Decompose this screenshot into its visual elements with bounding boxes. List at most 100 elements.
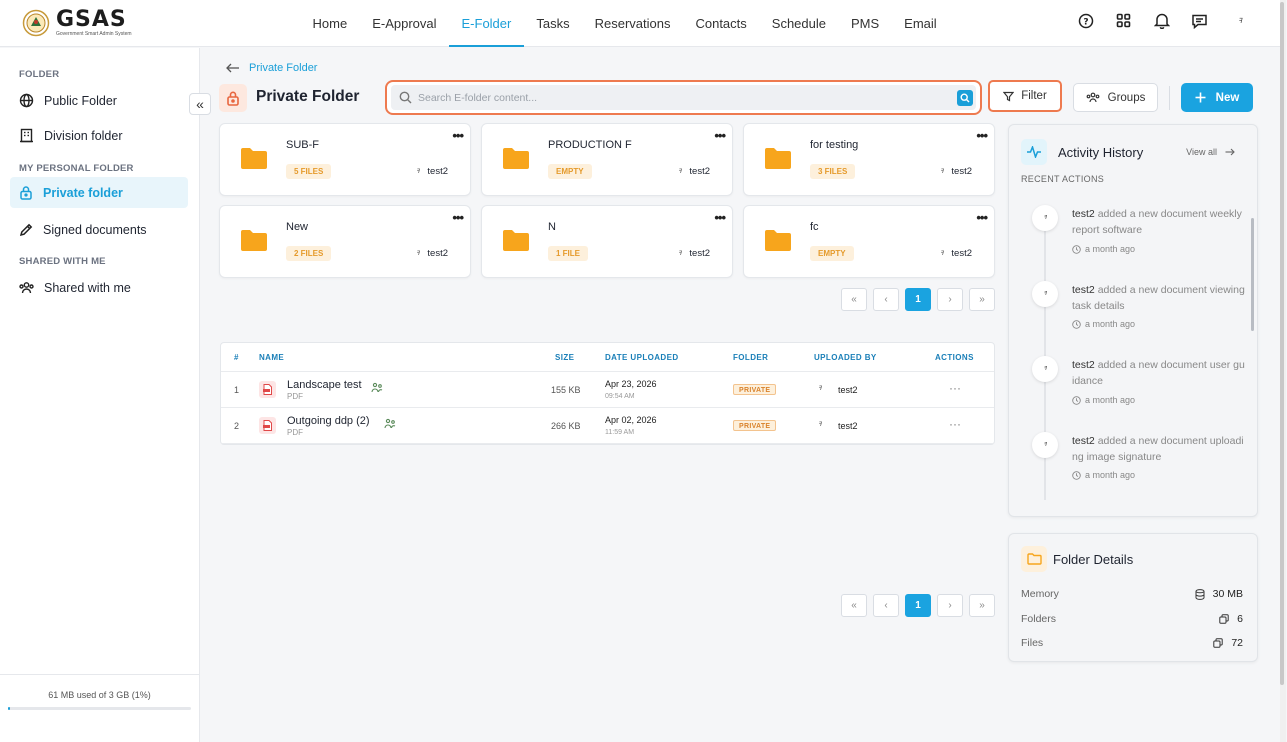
folder-card[interactable]: PRODUCTION F EMPTY ꟻ test2 ••• [481, 123, 733, 196]
more-options-icon[interactable]: ••• [714, 128, 726, 143]
row-actions-icon[interactable]: ··· [949, 381, 961, 395]
user-avatar[interactable]: ꟻ [1228, 17, 1252, 25]
sidebar-item-public-folder[interactable]: Public Folder [10, 85, 188, 116]
upload-time: 09:54 AM [605, 393, 635, 400]
brand-logo[interactable]: GSAS Government Smart Admin System [22, 9, 132, 37]
sidebar-item-label: Signed documents [43, 222, 147, 237]
apps-grid-icon[interactable] [1114, 11, 1133, 30]
sidebar-item-division-folder[interactable]: Division folder [10, 120, 188, 151]
folder-card[interactable]: New 2 FILES ꟻ test2 ••• [219, 205, 471, 278]
search-bar [385, 80, 982, 115]
top-navbar: GSAS Government Smart Admin System Home … [0, 0, 1280, 47]
new-label: New [1215, 91, 1240, 104]
search-input[interactable] [412, 85, 957, 110]
col-actions: ACTIONS [935, 353, 974, 362]
activity-time-label: a month ago [1085, 470, 1136, 480]
nav-tasks[interactable]: Tasks [524, 0, 582, 47]
activity-user-avatar: ꟻ [1032, 356, 1058, 382]
files-table: # NAME SIZE DATE UPLOADED FOLDER UPLOADE… [220, 342, 995, 445]
folder-card[interactable]: N 1 FILE ꟻ test2 ••• [481, 205, 733, 278]
col-uploaded-by[interactable]: UPLOADED BY [814, 353, 877, 362]
folder-name: PRODUCTION F [548, 139, 632, 151]
view-all-link[interactable]: View all [1186, 147, 1235, 157]
row-actions-icon[interactable]: ··· [949, 417, 961, 431]
upload-date: Apr 02, 2026 [605, 415, 657, 425]
folders-label: Folders [1021, 613, 1057, 625]
folder-name: for testing [810, 139, 859, 151]
folder-card[interactable]: for testing 3 FILES ꟻ test2 ••• [743, 123, 995, 196]
shared-users-icon [384, 418, 396, 429]
row-number: 2 [234, 421, 240, 431]
page-scrollbar[interactable] [1280, 0, 1286, 742]
col-folder[interactable]: FOLDER [733, 353, 768, 362]
collapse-sidebar-button[interactable]: « [189, 93, 211, 115]
upload-date: Apr 23, 2026 [605, 379, 657, 389]
last-page-button[interactable]: » [969, 288, 995, 311]
breadcrumb[interactable]: Private Folder [226, 62, 317, 74]
nav-e-folder[interactable]: E-Folder [449, 0, 524, 47]
activity-history-panel: Activity History View all RECENT ACTIONS… [1008, 124, 1258, 517]
nav-contacts[interactable]: Contacts [683, 0, 759, 47]
toolbar-divider [1169, 86, 1170, 110]
more-options-icon[interactable]: ••• [452, 210, 464, 225]
upload-time: 11:59 AM [605, 429, 635, 436]
nav-email[interactable]: Email [892, 0, 950, 47]
last-page-button[interactable]: » [969, 594, 995, 617]
search-submit-button[interactable] [957, 89, 973, 106]
next-page-button[interactable]: › [937, 594, 963, 617]
owner-name: test2 [427, 248, 448, 259]
file-name[interactable]: Outgoing ddp (2) [287, 415, 370, 427]
folder-owner: ꟻ test2 [678, 166, 710, 177]
more-options-icon[interactable]: ••• [714, 210, 726, 225]
first-page-button[interactable]: « [841, 288, 867, 311]
activity-time: a month ago [1072, 244, 1135, 254]
files-value: 72 [1231, 637, 1243, 649]
nav-home[interactable]: Home [300, 0, 360, 47]
first-page-button[interactable]: « [841, 594, 867, 617]
page-scrollbar-thumb[interactable] [1280, 2, 1284, 685]
activity-user: test2 [1072, 359, 1095, 371]
more-options-icon[interactable]: ••• [976, 210, 988, 225]
sidebar-item-shared-with-me[interactable]: Shared with me [10, 272, 188, 303]
table-row[interactable]: 2 Outgoing ddp (2) PDF 266 KB Apr 02, 20… [221, 408, 994, 444]
prev-page-button[interactable]: ‹ [873, 288, 899, 311]
file-name[interactable]: Landscape test [287, 379, 362, 391]
col-date-uploaded[interactable]: DATE UPLOADED [605, 353, 679, 362]
more-options-icon[interactable]: ••• [976, 128, 988, 143]
next-page-button[interactable]: › [937, 288, 963, 311]
filter-button[interactable]: Filter [988, 80, 1062, 112]
folder-card[interactable]: fc EMPTY ꟻ test2 ••• [743, 205, 995, 278]
globe-icon [19, 93, 34, 108]
message-icon[interactable] [1190, 11, 1209, 30]
users-icon [19, 281, 34, 293]
nav-pms[interactable]: PMS [839, 0, 892, 47]
table-row[interactable]: 1 Landscape test PDF 155 KB Apr 23, 2026… [221, 372, 994, 408]
groups-button[interactable]: Groups [1073, 83, 1158, 112]
filter-label: Filter [1021, 90, 1047, 102]
activity-scrollbar[interactable] [1251, 218, 1254, 331]
page-1-button[interactable]: 1 [905, 288, 931, 311]
activity-user-avatar: ꟻ [1032, 205, 1058, 231]
nav-e-approval[interactable]: E-Approval [360, 0, 449, 47]
double-chevron-right-icon: » [979, 600, 985, 611]
building-icon [20, 128, 33, 143]
folder-owner: ꟻ test2 [416, 248, 448, 259]
nav-reservations[interactable]: Reservations [582, 0, 683, 47]
row-number: 1 [234, 385, 240, 395]
page-1-button[interactable]: 1 [905, 594, 931, 617]
help-icon[interactable]: ? [1076, 11, 1095, 30]
bell-icon[interactable] [1152, 11, 1171, 30]
nav-schedule[interactable]: Schedule [759, 0, 838, 47]
folder-count-badge: 1 FILE [548, 246, 589, 261]
new-button[interactable]: New [1181, 83, 1253, 112]
search-icon [399, 91, 412, 104]
prev-page-button[interactable]: ‹ [873, 594, 899, 617]
main-nav: Home E-Approval E-Folder Tasks Reservati… [300, 0, 949, 47]
sidebar-item-label: Division folder [44, 128, 123, 143]
sidebar-item-private-folder[interactable]: Private folder [10, 177, 188, 208]
col-name[interactable]: NAME [259, 353, 284, 362]
more-options-icon[interactable]: ••• [452, 128, 464, 143]
folder-card[interactable]: SUB-F 5 FILES ꟻ test2 ••• [219, 123, 471, 196]
col-size[interactable]: SIZE [555, 353, 574, 362]
sidebar-item-signed-documents[interactable]: Signed documents [10, 214, 188, 245]
